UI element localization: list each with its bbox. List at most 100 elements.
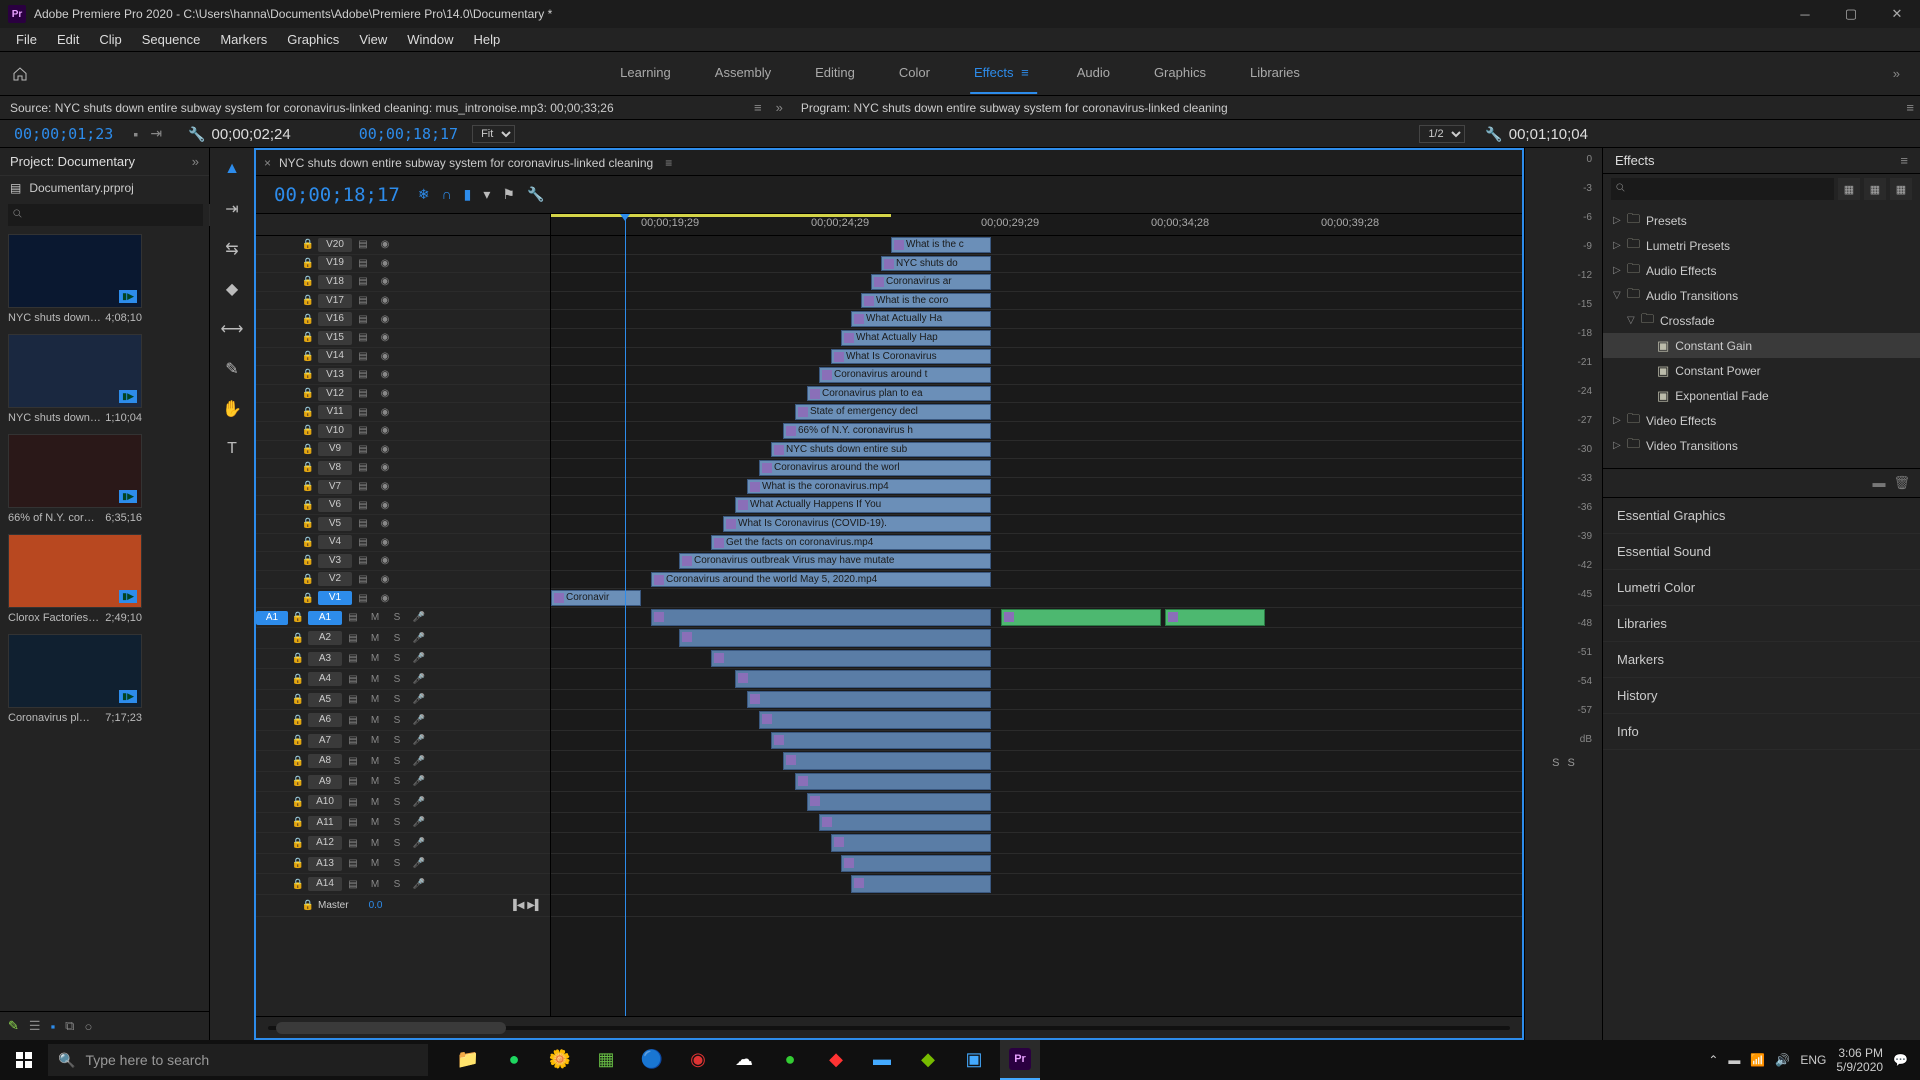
workspace-tab-effects[interactable]: Effects ≡	[970, 53, 1037, 94]
toggle-output-icon[interactable]: ▤	[342, 797, 364, 808]
audio-lane[interactable]	[551, 649, 1522, 670]
video-track-header[interactable]: 🔒V1▤◉	[256, 589, 550, 608]
side-panel-tab[interactable]: Essential Sound	[1603, 534, 1920, 570]
toggle-sync-icon[interactable]: ◉	[374, 314, 396, 325]
track-label[interactable]: A12	[308, 836, 342, 850]
toggle-output-icon[interactable]: ▤	[352, 537, 374, 548]
timeline-timecode[interactable]: 00;00;18;17	[256, 184, 418, 206]
voice-over-icon[interactable]: 🎤	[408, 633, 430, 644]
video-lane[interactable]: What is the coro	[551, 292, 1522, 311]
track-label[interactable]: V12	[318, 387, 352, 401]
track-label[interactable]: A13	[308, 857, 342, 871]
voice-over-icon[interactable]: 🎤	[408, 612, 430, 623]
tray-volume-icon[interactable]: 🔊	[1775, 1053, 1790, 1067]
solo-button[interactable]: S	[386, 735, 408, 746]
track-label[interactable]: A3	[308, 652, 342, 666]
video-lane[interactable]: Coronavirus ar	[551, 273, 1522, 292]
audio-clip[interactable]	[795, 773, 991, 791]
linked-selection-icon[interactable]: ∩	[442, 186, 452, 203]
voice-over-icon[interactable]: 🎤	[408, 735, 430, 746]
solo-left[interactable]: S	[1552, 757, 1559, 769]
video-clip[interactable]: What is the coro	[861, 293, 991, 309]
lock-icon[interactable]: 🔒	[288, 715, 308, 726]
track-label[interactable]: A8	[308, 754, 342, 768]
source-panel-menu[interactable]: ≡	[748, 100, 768, 115]
solo-button[interactable]: S	[386, 612, 408, 623]
home-button[interactable]	[0, 66, 40, 82]
toggle-sync-icon[interactable]: ◉	[374, 537, 396, 548]
audio-clip[interactable]	[735, 670, 991, 688]
effects-item[interactable]: ▣Constant Gain	[1603, 333, 1920, 358]
track-label[interactable]: A2	[308, 631, 342, 645]
audio-lane[interactable]	[551, 854, 1522, 875]
audio-lane[interactable]	[551, 669, 1522, 690]
toggle-output-icon[interactable]: ▤	[352, 388, 374, 399]
video-clip[interactable]: Coronavirus plan to ea	[807, 386, 991, 402]
effects-filter-32-button[interactable]: ▦	[1864, 178, 1886, 200]
video-track-header[interactable]: 🔒V2▤◉	[256, 571, 550, 590]
track-label[interactable]: A9	[308, 775, 342, 789]
video-lane[interactable]: Coronavirus around the worl	[551, 459, 1522, 478]
effects-folder[interactable]: ▷🗀Audio Effects	[1603, 258, 1920, 283]
taskbar-app-4[interactable]: ▬	[862, 1040, 902, 1080]
snap-icon[interactable]: ❄	[418, 186, 430, 203]
toggle-sync-icon[interactable]: ◉	[374, 276, 396, 287]
program-wrench-icon[interactable]: 🔧	[1479, 126, 1508, 142]
video-lane[interactable]: Coronavirus around t	[551, 366, 1522, 385]
video-lane[interactable]: Coronavirus outbreak Virus may have muta…	[551, 552, 1522, 571]
hand-tool[interactable]: ✋	[219, 396, 245, 422]
audio-clip[interactable]	[771, 732, 991, 750]
track-label[interactable]: V20	[318, 238, 352, 252]
solo-button[interactable]: S	[386, 879, 408, 890]
audio-clip[interactable]	[819, 814, 991, 832]
mute-button[interactable]: M	[364, 633, 386, 644]
mute-button[interactable]: M	[364, 838, 386, 849]
audio-track-header[interactable]: 🔒A2▤MS🎤	[256, 628, 550, 649]
toggle-output-icon[interactable]: ▤	[352, 481, 374, 492]
side-panel-tab[interactable]: Libraries	[1603, 606, 1920, 642]
effects-folder[interactable]: ▽🗀Audio Transitions	[1603, 283, 1920, 308]
effects-folder[interactable]: ▽🗀Crossfade	[1603, 308, 1920, 333]
toggle-output-icon[interactable]: ▤	[342, 633, 364, 644]
video-clip[interactable]: Get the facts on coronavirus.mp4	[711, 535, 991, 551]
voice-over-icon[interactable]: 🎤	[408, 776, 430, 787]
effects-panel-menu[interactable]: ≡	[1900, 153, 1908, 168]
audio-track-header[interactable]: 🔒A7▤MS🎤	[256, 731, 550, 752]
toggle-sync-icon[interactable]: ◉	[374, 593, 396, 604]
track-label[interactable]: A6	[308, 713, 342, 727]
effects-tab-label[interactable]: Effects	[1615, 153, 1655, 168]
mute-button[interactable]: M	[364, 756, 386, 767]
lock-icon[interactable]: 🔒	[298, 388, 318, 399]
track-select-tool[interactable]: ⇥	[219, 196, 245, 222]
toggle-sync-icon[interactable]: ◉	[374, 500, 396, 511]
toggle-output-icon[interactable]: ▤	[352, 518, 374, 529]
tray-lang-icon[interactable]: ENG	[1800, 1053, 1826, 1067]
audio-clip[interactable]	[651, 609, 991, 627]
taskbar-app-1[interactable]: 🌼	[540, 1040, 580, 1080]
workspace-tab-learning[interactable]: Learning	[616, 53, 675, 94]
track-label[interactable]: V19	[318, 256, 352, 270]
audio-track-header[interactable]: 🔒A3▤MS🎤	[256, 649, 550, 670]
pen-icon[interactable]: ✎	[8, 1018, 19, 1034]
settings-icon[interactable]: ⚑	[502, 186, 515, 203]
video-lane[interactable]: Get the facts on coronavirus.mp4	[551, 534, 1522, 553]
video-lane[interactable]: What is the c	[551, 236, 1522, 255]
audio-lane[interactable]	[551, 710, 1522, 731]
tray-clock[interactable]: 3:06 PM 5/9/2020	[1836, 1046, 1883, 1075]
audio-clip[interactable]	[841, 855, 991, 873]
menu-window[interactable]: Window	[397, 30, 463, 49]
effects-new-bin-icon[interactable]: ▬	[1872, 475, 1885, 491]
lock-icon[interactable]: 🔒	[298, 332, 318, 343]
audio-track-header[interactable]: 🔒A5▤MS🎤	[256, 690, 550, 711]
video-lane[interactable]: 66% of N.Y. coronavirus h	[551, 422, 1522, 441]
voice-over-icon[interactable]: 🎤	[408, 715, 430, 726]
toggle-output-icon[interactable]: ▤	[352, 332, 374, 343]
mute-button[interactable]: M	[364, 674, 386, 685]
video-lane[interactable]: NYC shuts do	[551, 255, 1522, 274]
lock-icon[interactable]: 🔒	[298, 239, 318, 250]
video-clip[interactable]: Coronavirus around the world May 5, 2020…	[651, 572, 991, 588]
lock-icon[interactable]: 🔒	[298, 481, 318, 492]
video-lane[interactable]: What Actually Happens If You	[551, 496, 1522, 515]
lock-icon[interactable]: 🔒	[298, 593, 318, 604]
mute-button[interactable]: M	[364, 612, 386, 623]
